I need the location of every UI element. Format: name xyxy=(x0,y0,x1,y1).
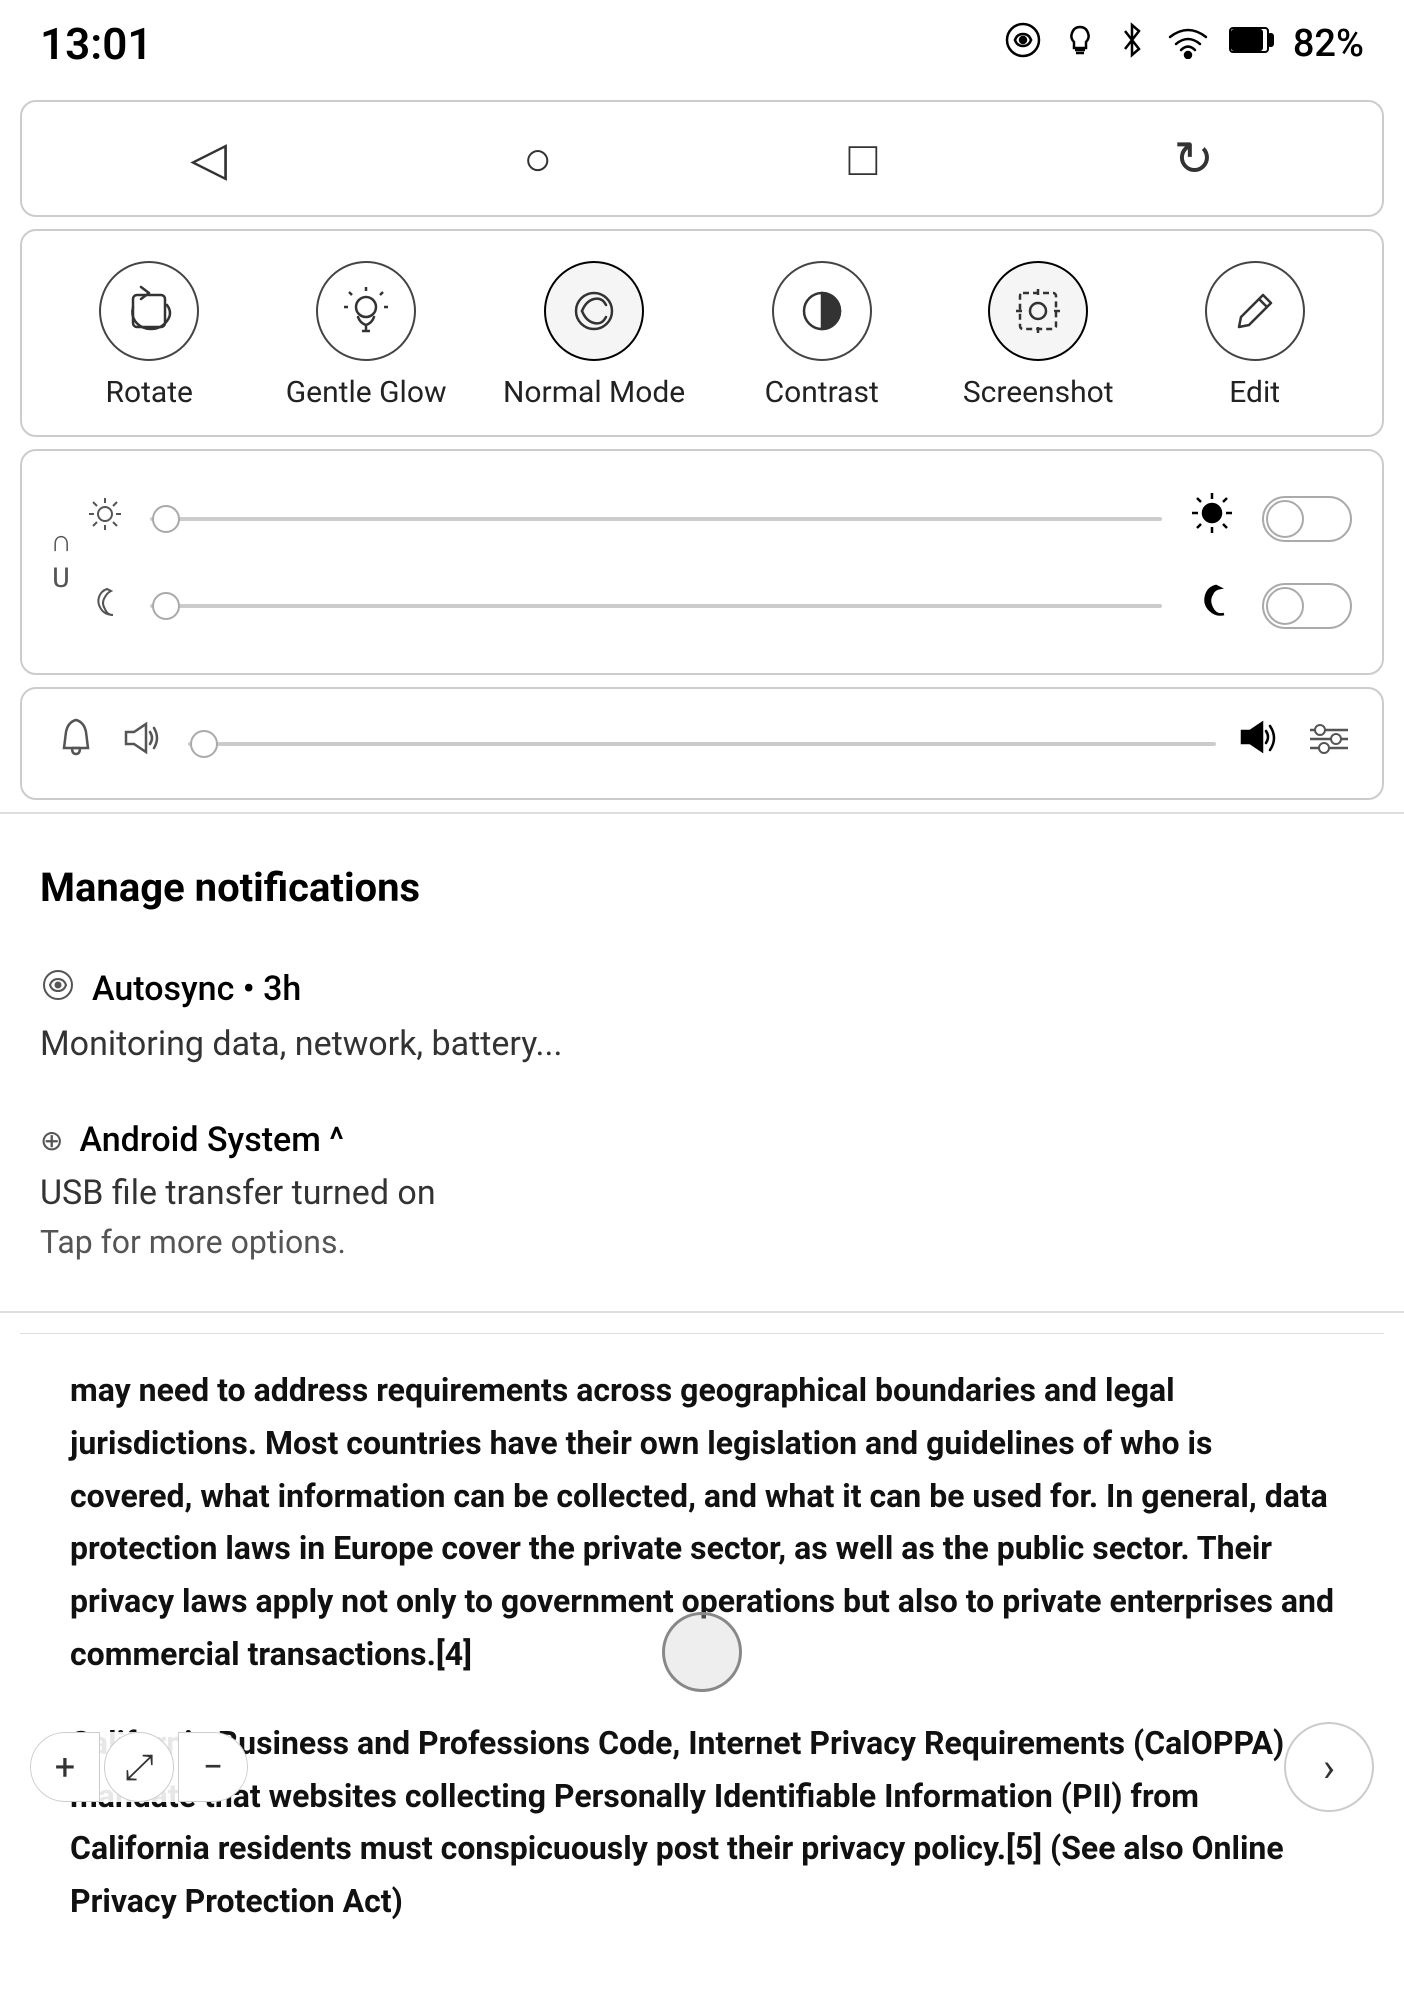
auto-brightness-icon: ∩U xyxy=(52,526,70,598)
android-system-header: ⊕ Android System ^ xyxy=(40,1120,1364,1160)
speaker-high-icon xyxy=(1236,713,1286,774)
next-button[interactable]: › xyxy=(1284,1722,1374,1812)
darkmode-toggle[interactable] xyxy=(1262,583,1352,629)
content-divider xyxy=(0,1311,1404,1313)
screenshot-label: Screenshot xyxy=(963,375,1114,411)
zoom-controls: + ⤢ − xyxy=(30,1732,248,1802)
quick-actions-row: Rotate Gentle Glow xyxy=(46,261,1358,411)
back-button[interactable]: ◁ xyxy=(190,130,227,187)
brightness-high-icon xyxy=(1182,491,1242,546)
screenshot-icon-circle xyxy=(988,261,1088,361)
status-icons: 82% xyxy=(1003,20,1364,69)
lightbulb-icon xyxy=(1061,21,1099,68)
android-system-notification[interactable]: ⊕ Android System ^ USB file transfer tur… xyxy=(0,1110,1404,1291)
autosync-title: Autosync • 3h xyxy=(92,969,301,1009)
normal-mode-icon-circle xyxy=(544,261,644,361)
bell-icon xyxy=(52,714,100,773)
status-bar: 13:01 xyxy=(0,0,1404,88)
status-time: 13:01 xyxy=(40,18,153,70)
bluetooth-icon xyxy=(1117,21,1147,68)
volume-panel xyxy=(20,687,1384,800)
normal-mode-label: Normal Mode xyxy=(503,375,685,411)
autosync-notif-icon xyxy=(40,967,76,1011)
battery-icon xyxy=(1229,23,1275,65)
nav-bar: ◁ ○ □ ↻ xyxy=(20,100,1384,217)
action-screenshot[interactable]: Screenshot xyxy=(958,261,1118,411)
moon-low-icon xyxy=(80,583,130,629)
rotate-icon-circle xyxy=(99,261,199,361)
darkmode-slider[interactable] xyxy=(150,602,1162,610)
refresh-button[interactable]: ↻ xyxy=(1174,130,1214,187)
android-system-sub: Tap for more options. xyxy=(40,1223,1364,1261)
autosync-body: Monitoring data, network, battery... xyxy=(40,1019,1364,1070)
manage-notifications-title: Manage notifications xyxy=(40,864,1364,911)
rotate-label: Rotate xyxy=(106,375,193,411)
action-gentle-glow[interactable]: Gentle Glow xyxy=(286,261,447,411)
android-system-icon: ⊕ xyxy=(40,1124,63,1157)
gentle-glow-label: Gentle Glow xyxy=(286,375,447,411)
android-system-title: Android System ^ xyxy=(79,1120,343,1160)
action-contrast[interactable]: Contrast xyxy=(742,261,902,411)
edit-icon-circle xyxy=(1205,261,1305,361)
manage-notifications-section: Manage notifications xyxy=(0,824,1404,957)
autosync-notification[interactable]: Autosync • 3h Monitoring data, network, … xyxy=(0,957,1404,1100)
android-system-body: USB file transfer turned on xyxy=(40,1168,1364,1219)
home-button[interactable]: ○ xyxy=(523,130,552,187)
brightness-panel: ∩U xyxy=(20,449,1384,675)
text-content-area: may need to address requirements across … xyxy=(20,1333,1384,1994)
zoom-expand-button[interactable]: ⤢ xyxy=(104,1732,174,1802)
autosync-header: Autosync • 3h xyxy=(40,967,1364,1011)
wifi-icon xyxy=(1165,21,1211,68)
volume-slider[interactable] xyxy=(188,740,1216,748)
brightness-slider[interactable] xyxy=(150,515,1162,523)
battery-percentage: 82% xyxy=(1293,22,1364,66)
edit-label: Edit xyxy=(1229,375,1280,411)
brightness-low-icon xyxy=(80,496,130,542)
brightness-row xyxy=(80,475,1352,562)
action-edit[interactable]: Edit xyxy=(1175,261,1335,411)
gentle-glow-icon-circle xyxy=(316,261,416,361)
paragraph-1: may need to address requirements across … xyxy=(70,1364,1334,1681)
zoom-out-button[interactable]: − xyxy=(178,1732,248,1802)
action-normal-mode[interactable]: Normal Mode xyxy=(503,261,685,411)
action-rotate[interactable]: Rotate xyxy=(69,261,229,411)
zoom-in-button[interactable]: + xyxy=(30,1732,100,1802)
contrast-icon-circle xyxy=(772,261,872,361)
moon-high-icon xyxy=(1182,578,1242,633)
brightness-toggle[interactable] xyxy=(1262,496,1352,542)
autosync-icon xyxy=(1003,20,1043,69)
paragraph-2: California Business and Professions Code… xyxy=(70,1717,1334,1928)
volume-settings-icon[interactable] xyxy=(1306,716,1352,772)
recents-button[interactable]: □ xyxy=(848,130,877,187)
section-divider xyxy=(0,812,1404,814)
darkmode-row xyxy=(80,562,1352,649)
quick-actions-panel: Rotate Gentle Glow xyxy=(20,229,1384,437)
speaker-low-icon xyxy=(120,714,168,773)
contrast-label: Contrast xyxy=(765,375,879,411)
